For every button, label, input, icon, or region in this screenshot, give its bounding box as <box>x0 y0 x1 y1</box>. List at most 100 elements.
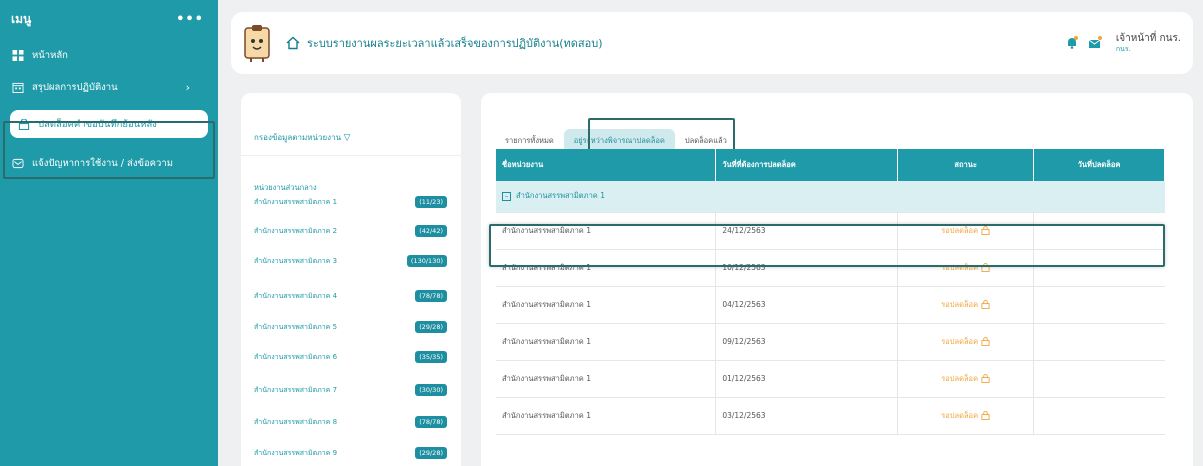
col-status[interactable]: สถานะ <box>897 149 1035 181</box>
table-row[interactable]: สำนักงานสรรพสามิตภาค 1 03/12/2563 รอปลดล… <box>496 397 1165 435</box>
cell-date: 03/12/2563 <box>715 397 899 435</box>
dept-item[interactable]: สำนักงานสรรพสามิตภาค 6 (35/35) <box>254 350 447 364</box>
cell-date: 04/12/2563 <box>715 286 899 324</box>
dept-name: สำนักงานสรรพสามิตภาค 9 <box>254 448 338 457</box>
dept-name: สำนักงานสรรพสามิตภาค 7 <box>254 385 338 394</box>
user-info[interactable]: เจ้าหน้าที่ กนร. กนร. <box>1116 33 1181 53</box>
count-badge: (29/28) <box>415 321 447 333</box>
dept-item[interactable]: สำนักงานสรรพสามิตภาค 9 (29/28) <box>254 446 447 460</box>
dept-item[interactable]: สำนักงานสรรพสามิตภาค 8 (78/78) <box>254 415 447 429</box>
status-badge[interactable]: รอปลดล็อค <box>897 212 1035 250</box>
home-icon[interactable] <box>286 36 300 50</box>
status-text: รอปลดล็อค <box>941 262 979 272</box>
selection-highlight <box>3 121 215 179</box>
sidebar: เมนู ••• หน้าหลัก สรุปผลการปฏิบัติงาน › … <box>0 0 218 466</box>
cell-unlock-date <box>1033 360 1165 398</box>
table-row[interactable]: สำนักงานสรรพสามิตภาค 1 01/12/2563 รอปลดล… <box>496 360 1165 398</box>
dept-item[interactable]: สำนักงานสรรพสามิตภาค 3 (130/130) <box>254 254 447 268</box>
divider <box>241 155 461 156</box>
user-name: เจ้าหน้าที่ กนร. <box>1115 32 1181 44</box>
status-text: รอปลดล็อค <box>941 336 979 346</box>
count-badge: (11/23) <box>415 196 447 208</box>
sidebar-item-label: สรุปผลการปฏิบัติงาน <box>32 81 118 93</box>
cell-unit: สำนักงานสรรพสามิตภาค 1 <box>496 397 717 435</box>
sidebar-title: เมนู <box>11 11 32 26</box>
cell-unlock-date <box>1033 323 1165 361</box>
cell-unlock-date <box>1033 212 1165 250</box>
lock-icon <box>981 300 990 309</box>
dept-name: สำนักงานสรรพสามิตภาค 1 <box>254 197 338 206</box>
filter-panel: กรองข้อมูลตามหน่วยงาน ▽ หน่วยงานส่วนกลาง… <box>241 93 461 466</box>
status-badge[interactable]: รอปลดล็อค <box>897 360 1035 398</box>
clipboard-logo-icon <box>244 25 270 62</box>
cell-date: 09/12/2563 <box>715 323 899 361</box>
filter-title-text: กรองข้อมูลตามหน่วยงาน <box>254 133 342 142</box>
page-title: ระบบรายงานผลระยะเวลาแล้วเสร็จของการปฏิบั… <box>307 37 603 50</box>
cell-unit: สำนักงานสรรพสามิตภาค 1 <box>496 212 717 250</box>
sidebar-header: เมนู ••• <box>0 0 218 38</box>
dept-name: สำนักงานสรรพสามิตภาค 8 <box>254 417 338 426</box>
cell-unit: สำนักงานสรรพสามิตภาค 1 <box>496 249 717 287</box>
table-row[interactable]: สำนักงานสรรพสามิตภาค 1 04/12/2563 รอปลดล… <box>496 286 1165 324</box>
table-row[interactable]: สำนักงานสรรพสามิตภาค 1 09/12/2563 รอปลดล… <box>496 323 1165 361</box>
count-badge: (35/35) <box>415 351 447 363</box>
filter-title[interactable]: กรองข้อมูลตามหน่วยงาน ▽ <box>254 131 351 144</box>
main-panel: รายการทั้งหมด อยู่ระหว่างพิจารณาปลดล็อค … <box>481 93 1193 466</box>
count-badge: (42/42) <box>415 225 447 237</box>
unlock-table: ชื่อหน่วยงาน วันที่ที่ต้องการปลดล็อค สถา… <box>496 149 1165 435</box>
chevron-right-icon: › <box>185 80 190 94</box>
dept-heading: หน่วยงานส่วนกลาง <box>254 183 317 192</box>
group-row[interactable]: – สำนักงานสรรพสามิตภาค 1 <box>496 181 1165 213</box>
col-request-date[interactable]: วันที่ที่ต้องการปลดล็อค <box>715 149 899 181</box>
cell-unlock-date <box>1033 397 1165 435</box>
sidebar-item-home[interactable]: หน้าหลัก <box>0 42 218 68</box>
cell-date: 24/12/2563 <box>715 212 899 250</box>
lock-icon <box>981 411 990 420</box>
dept-item[interactable]: สำนักงานสรรพสามิตภาค 5 (29/28) <box>254 320 447 334</box>
dept-name: สำนักงานสรรพสามิตภาค 5 <box>254 322 338 331</box>
dept-name: สำนักงานสรรพสามิตภาค 4 <box>254 291 338 300</box>
mail-icon[interactable] <box>1088 36 1102 49</box>
count-badge: (130/130) <box>406 255 447 267</box>
group-cell: – สำนักงานสรรพสามิตภาค 1 <box>496 181 1165 213</box>
table-row[interactable]: สำนักงานสรรพสามิตภาค 1 10/12/2563 รอปลดล… <box>496 249 1165 287</box>
col-unlock-date[interactable]: วันที่ปลดล็อค <box>1033 149 1165 181</box>
calendar-icon <box>12 82 24 93</box>
cell-date: 10/12/2563 <box>715 249 899 287</box>
col-unit[interactable]: ชื่อหน่วยงาน <box>496 149 717 181</box>
table-row[interactable]: สำนักงานสรรพสามิตภาค 1 24/12/2563 รอปลดล… <box>496 212 1165 250</box>
status-text: รอปลดล็อค <box>941 373 979 383</box>
cell-unlock-date <box>1033 249 1165 287</box>
status-badge[interactable]: รอปลดล็อค <box>897 249 1035 287</box>
cell-unlock-date <box>1033 286 1165 324</box>
group-label: สำนักงานสรรพสามิตภาค 1 <box>516 191 605 201</box>
status-text: รอปลดล็อค <box>941 299 979 309</box>
grid-icon <box>12 49 24 61</box>
count-badge: (78/78) <box>415 416 447 428</box>
dept-item[interactable]: สำนักงานสรรพสามิตภาค 7 (30/30) <box>254 383 447 397</box>
sidebar-item-label: หน้าหลัก <box>32 49 68 61</box>
status-badge[interactable]: รอปลดล็อค <box>897 323 1035 361</box>
status-badge[interactable]: รอปลดล็อค <box>897 397 1035 435</box>
count-badge: (30/30) <box>415 384 447 396</box>
page-header: ระบบรายงานผลระยะเวลาแล้วเสร็จของการปฏิบั… <box>231 12 1193 74</box>
count-badge: (29/28) <box>415 447 447 459</box>
dept-item[interactable]: สำนักงานสรรพสามิตภาค 2 (42/42) <box>254 224 447 238</box>
user-org: กนร. <box>1115 44 1131 53</box>
bell-icon[interactable] <box>1066 36 1078 50</box>
status-text: รอปลดล็อค <box>941 225 979 235</box>
dept-name: สำนักงานสรรพสามิตภาค 3 <box>254 256 338 265</box>
sidebar-item-summary[interactable]: สรุปผลการปฏิบัติงาน › <box>0 74 218 100</box>
cell-date: 01/12/2563 <box>715 360 899 398</box>
lock-icon <box>981 374 990 383</box>
lock-icon <box>981 337 990 346</box>
collapse-icon[interactable]: – <box>502 192 511 202</box>
dept-item[interactable]: สำนักงานสรรพสามิตภาค 1 (11/23) <box>254 195 447 209</box>
dept-name: สำนักงานสรรพสามิตภาค 2 <box>254 226 338 235</box>
more-icon[interactable]: ••• <box>176 12 204 27</box>
status-badge[interactable]: รอปลดล็อค <box>897 286 1035 324</box>
dept-item[interactable]: สำนักงานสรรพสามิตภาค 4 (78/78) <box>254 289 447 303</box>
lock-icon <box>981 263 990 272</box>
filter-icon: ▽ <box>343 133 351 143</box>
cell-unit: สำนักงานสรรพสามิตภาค 1 <box>496 360 717 398</box>
